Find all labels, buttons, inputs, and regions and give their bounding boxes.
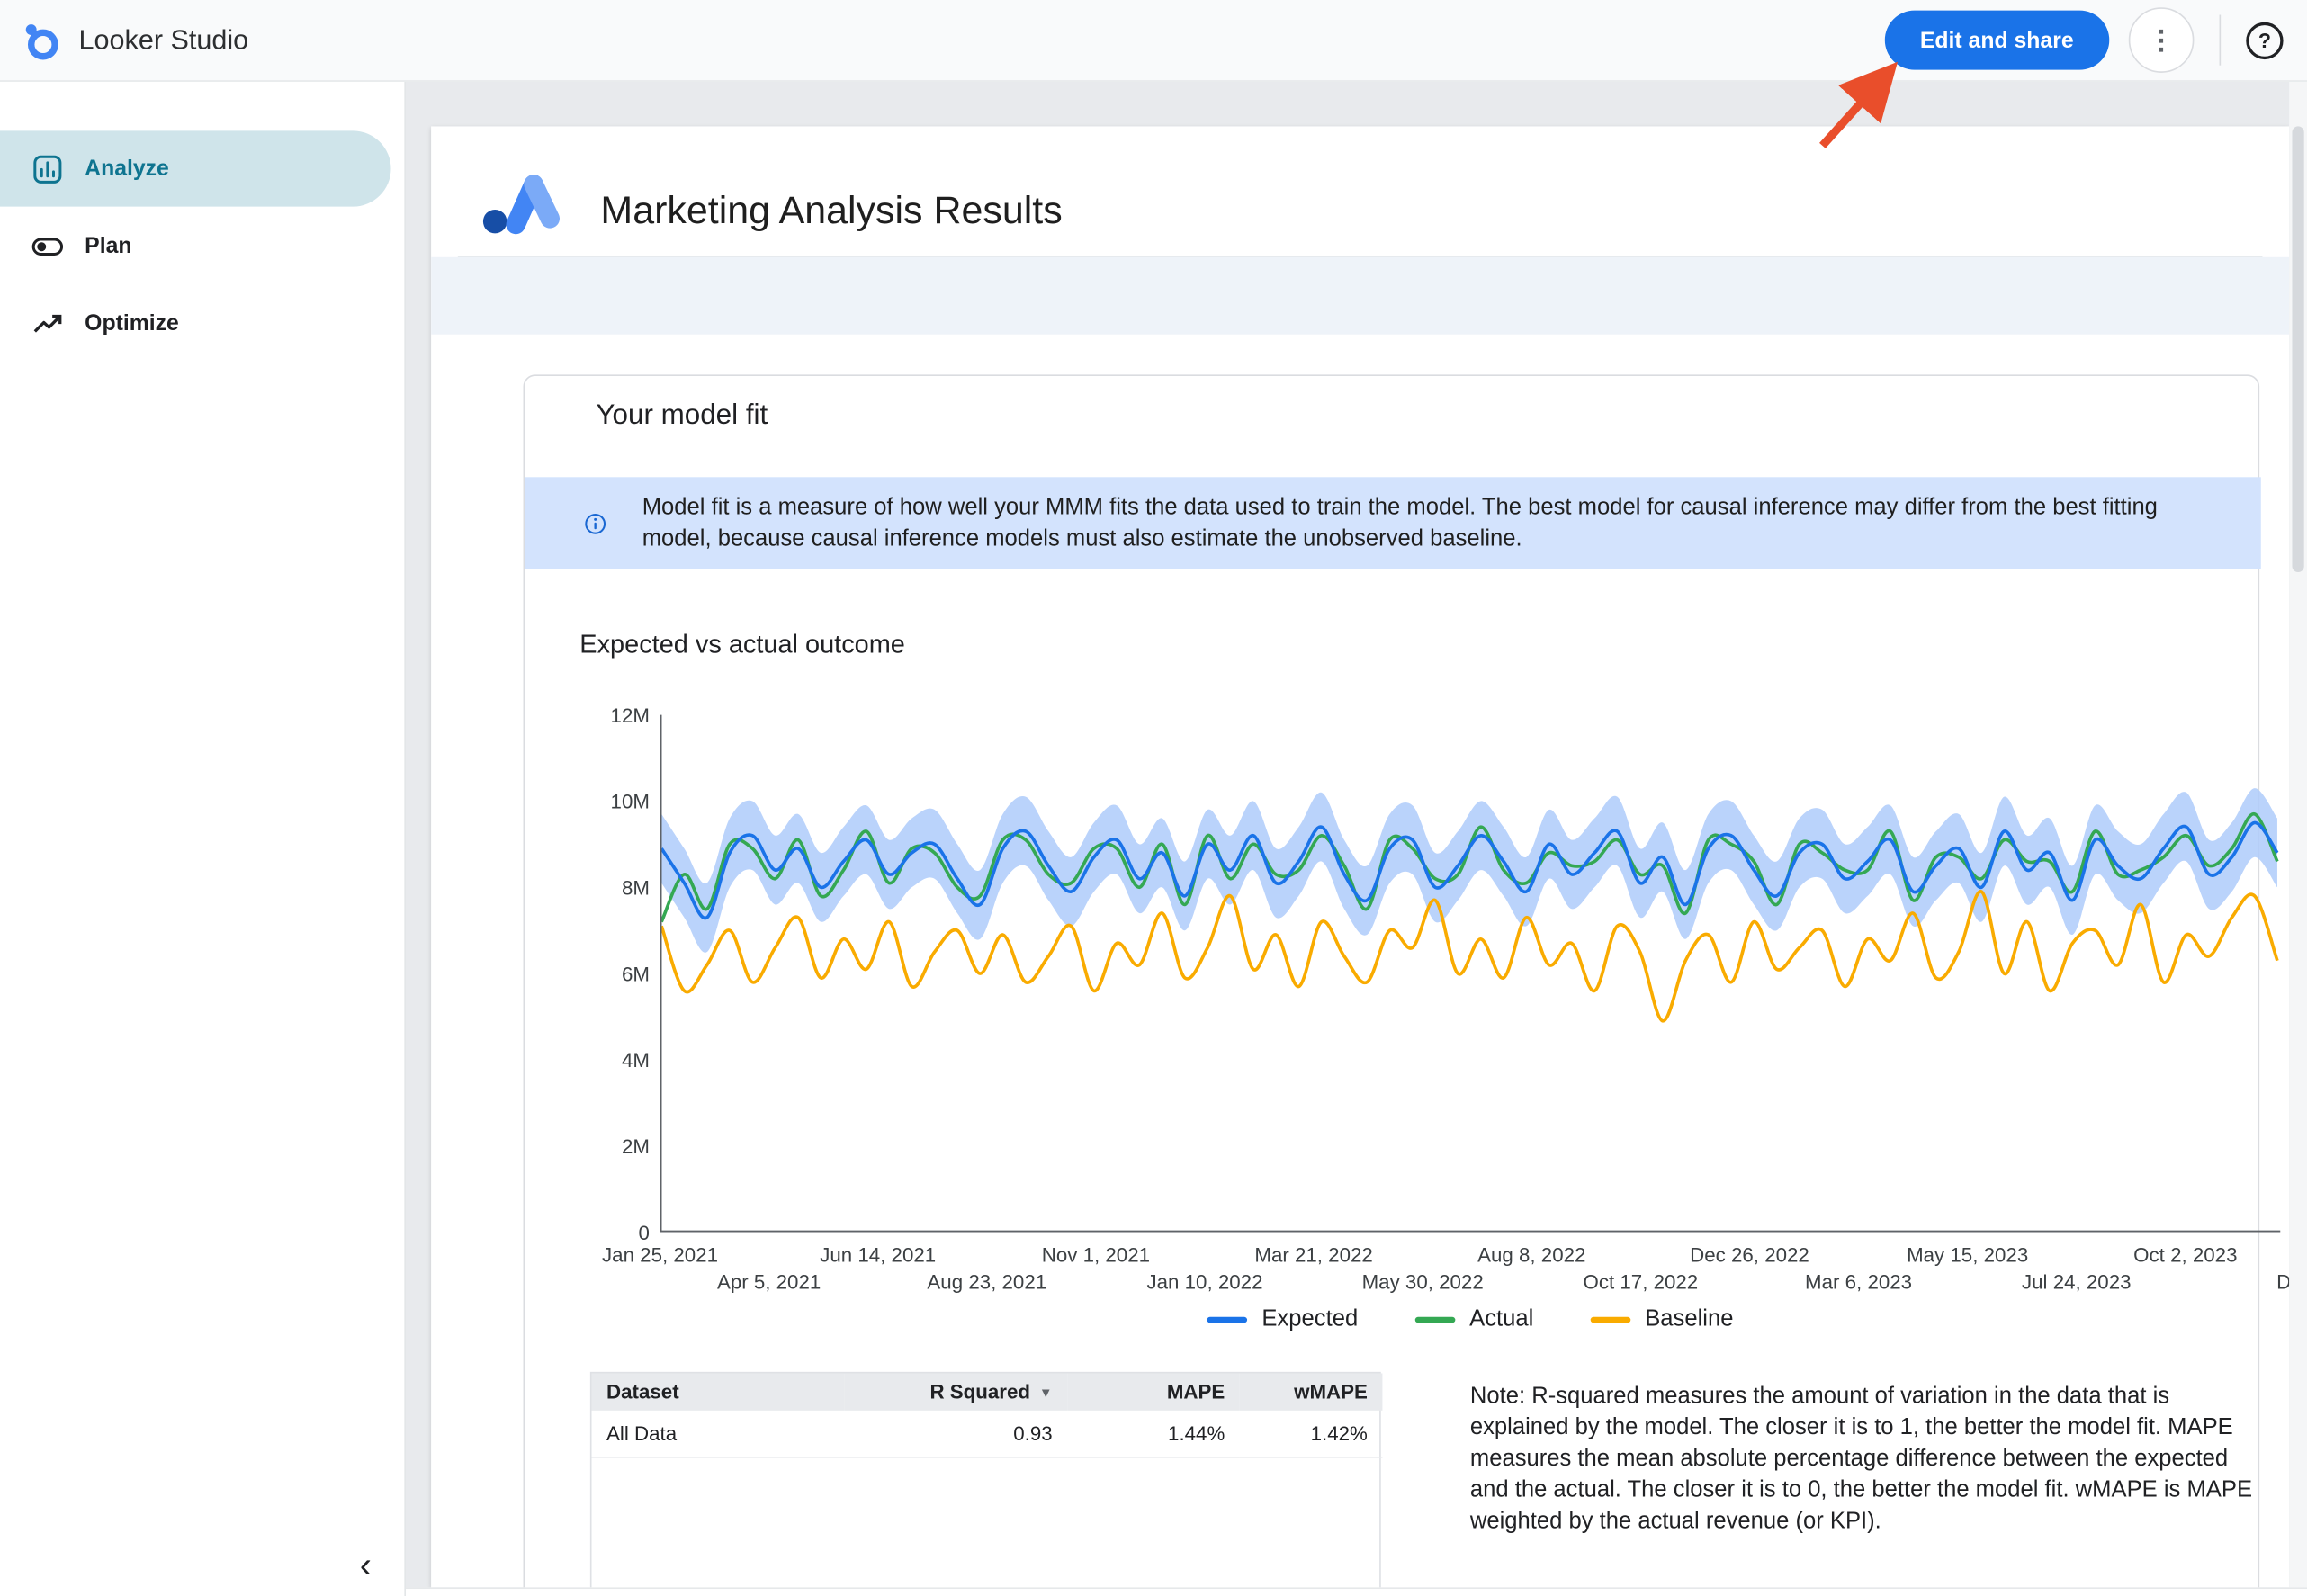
chart-axes [661, 715, 2281, 1232]
x-tick-label: Nov 1, 2021 [1042, 1244, 1150, 1267]
help-icon: ? [2246, 22, 2283, 58]
section-band [431, 257, 2289, 335]
x-tick-label: May 30, 2022 [1362, 1271, 1484, 1294]
x-tick-label: Jan 25, 2021 [602, 1244, 718, 1267]
x-tick-label: Dec [2276, 1271, 2289, 1294]
column-header-mape[interactable]: MAPE [1067, 1374, 1240, 1411]
analyze-icon [31, 152, 64, 184]
y-tick-label: 0 [554, 1222, 650, 1244]
topbar-actions: Edit and share ⋮ ? [1884, 7, 2307, 73]
y-tick-label: 12M [554, 704, 650, 727]
sidebar-item-label: Analyze [85, 156, 169, 181]
confidence-band [661, 788, 2277, 953]
chart-legend: Expected Actual Baseline [660, 1306, 2281, 1333]
card-title: Your model fit [596, 399, 768, 432]
sidebar-nav: Analyze Plan Optimize [0, 82, 404, 362]
app-window: Looker Studio Edit and share ⋮ ? Analyze [0, 0, 2307, 1596]
info-banner: Model fit is a measure of how well your … [525, 477, 2261, 569]
y-tick-label: 4M [554, 1049, 650, 1071]
brand: Looker Studio [0, 20, 248, 60]
kebab-icon: ⋮ [2148, 24, 2175, 56]
meridian-logo [480, 159, 576, 237]
legend-swatch [1590, 1317, 1630, 1323]
model-fit-table: DatasetR Squared▼MAPEwMAPE All Data0.931… [590, 1372, 1381, 1588]
collapse-sidebar-button[interactable]: ‹ [360, 1548, 372, 1584]
more-options-button[interactable]: ⋮ [2129, 7, 2195, 73]
bottom-strip [406, 1587, 2307, 1596]
table-cell: All Data [592, 1411, 845, 1457]
x-tick-label: Jul 24, 2023 [2022, 1271, 2132, 1294]
table-header-row: DatasetR Squared▼MAPEwMAPE [592, 1374, 1383, 1411]
x-tick-label: May 15, 2023 [1907, 1244, 2028, 1267]
column-header-wmape[interactable]: wMAPE [1240, 1374, 1383, 1411]
y-tick-label: 10M [554, 791, 650, 813]
x-tick-label: Jun 14, 2021 [820, 1244, 936, 1267]
help-button[interactable]: ? [2246, 22, 2283, 58]
y-tick-label: 8M [554, 877, 650, 900]
baseline-line [661, 892, 2277, 1021]
legend-swatch [1414, 1317, 1455, 1323]
legend-item-actual[interactable]: Actual [1414, 1306, 1533, 1333]
chart-heading: Expected vs actual outcome [579, 629, 905, 660]
y-tick-label: 2M [554, 1135, 650, 1158]
report-title: Marketing Analysis Results [600, 187, 1062, 233]
table-cell: 1.44% [1067, 1411, 1240, 1457]
topbar-divider [2220, 15, 2222, 66]
x-tick-label: Mar 21, 2022 [1254, 1244, 1372, 1267]
legend-item-expected[interactable]: Expected [1207, 1306, 1358, 1333]
x-tick-label: Oct 2, 2023 [2133, 1244, 2237, 1267]
edit-and-share-button[interactable]: Edit and share [1884, 11, 2109, 70]
optimize-icon [31, 307, 64, 339]
x-tick-label: Aug 8, 2022 [1477, 1244, 1585, 1267]
main-area: Marketing Analysis Results Your model fi… [406, 82, 2307, 1596]
app-title: Looker Studio [79, 23, 249, 56]
column-header-r-squared[interactable]: R Squared▼ [844, 1374, 1067, 1411]
legend-label: Actual [1469, 1306, 1533, 1333]
info-icon [584, 507, 606, 541]
x-axis-labels: Jan 25, 2021Apr 5, 2021Jun 14, 2021Aug 2… [660, 1241, 2290, 1300]
x-tick-label: Jan 10, 2022 [1146, 1271, 1262, 1294]
table-cell: 1.42% [1240, 1411, 1383, 1457]
x-tick-label: Dec 26, 2022 [1690, 1244, 1809, 1267]
sidebar-item-label: Optimize [85, 310, 179, 336]
sidebar-item-plan[interactable]: Plan [0, 208, 390, 283]
sidebar-item-analyze[interactable]: Analyze [0, 130, 390, 206]
sidebar: Analyze Plan Optimize ‹ [0, 82, 406, 1596]
legend-swatch [1207, 1317, 1247, 1323]
column-header-dataset[interactable]: Dataset [592, 1374, 845, 1411]
x-tick-label: Apr 5, 2021 [717, 1271, 821, 1294]
line-chart[interactable] [660, 715, 2281, 1233]
legend-label: Baseline [1645, 1306, 1733, 1333]
scrollbar-thumb[interactable] [2292, 126, 2303, 572]
plan-icon [31, 229, 64, 262]
model-fit-card: Your model fit Model fit is a measure of… [524, 374, 2260, 1587]
table-row[interactable]: All Data0.931.44%1.42% [592, 1411, 1383, 1457]
legend-item-baseline[interactable]: Baseline [1590, 1306, 1733, 1333]
sidebar-item-optimize[interactable]: Optimize [0, 285, 390, 361]
x-tick-label: Mar 6, 2023 [1805, 1271, 1912, 1294]
note-text: Note: R-squared measures the amount of v… [1470, 1381, 2264, 1537]
y-axis-labels: 02M4M6M8M10M12M [554, 715, 650, 1233]
sidebar-item-label: Plan [85, 233, 131, 258]
report-page: Marketing Analysis Results Your model fi… [431, 126, 2289, 1587]
info-banner-text: Model fit is a measure of how well your … [642, 491, 2211, 555]
scrollbar[interactable] [2289, 82, 2307, 1596]
x-tick-label: Aug 23, 2021 [927, 1271, 1046, 1294]
x-tick-label: Oct 17, 2022 [1583, 1271, 1698, 1294]
y-tick-label: 6M [554, 964, 650, 986]
looker-studio-logo [21, 20, 61, 60]
topbar: Looker Studio Edit and share ⋮ ? [0, 0, 2307, 82]
legend-label: Expected [1261, 1306, 1358, 1333]
sort-arrow-icon: ▼ [1039, 1385, 1053, 1401]
table-cell: 0.93 [844, 1411, 1067, 1457]
